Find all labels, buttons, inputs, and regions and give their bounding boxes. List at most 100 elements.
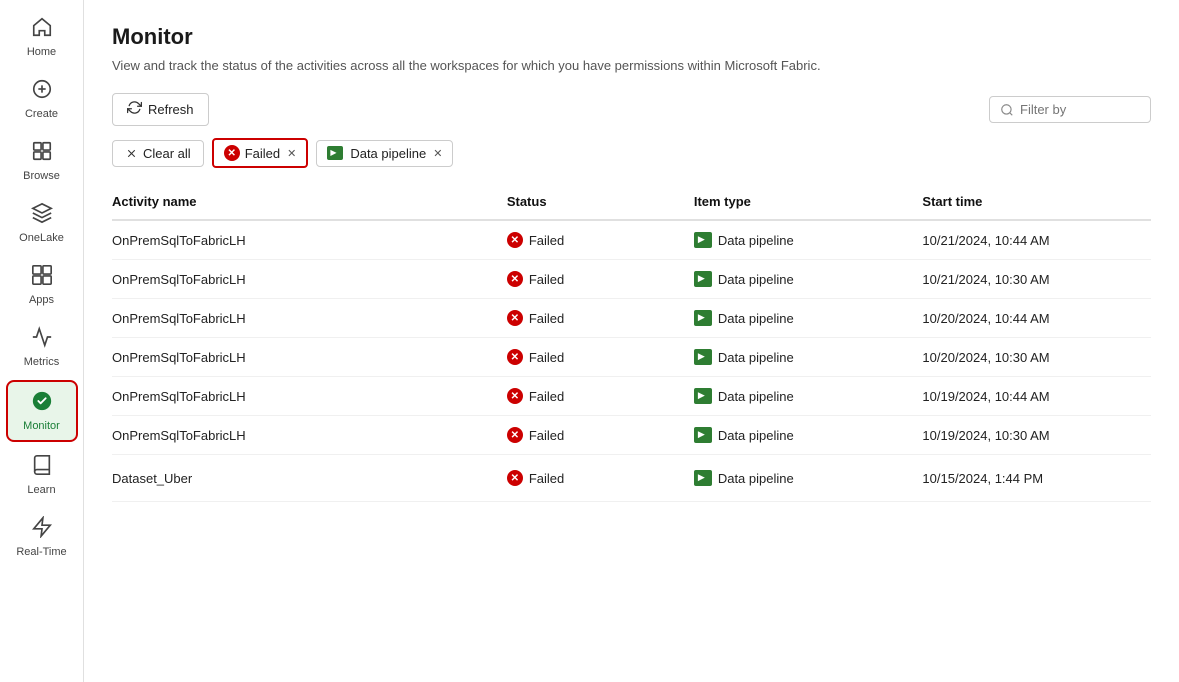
sidebar-item-learn[interactable]: Learn bbox=[6, 446, 78, 504]
clear-all-label: Clear all bbox=[143, 146, 191, 161]
pipeline-type-icon bbox=[694, 271, 712, 287]
sidebar-item-onelake[interactable]: OneLake bbox=[6, 194, 78, 252]
filter-chip-data-pipeline[interactable]: Data pipeline ✕ bbox=[316, 140, 453, 167]
cell-start-time: 10/20/2024, 10:30 AM bbox=[922, 338, 1151, 377]
cell-activity-name[interactable]: OnPremSqlToFabricLH bbox=[112, 338, 507, 377]
filter-input-wrap[interactable] bbox=[989, 96, 1151, 123]
filter-chip-failed[interactable]: ✕ Failed ✕ bbox=[212, 138, 309, 168]
toolbar-right bbox=[989, 96, 1151, 123]
metrics-icon bbox=[31, 326, 53, 352]
cell-activity-name[interactable]: OnPremSqlToFabricLH bbox=[112, 377, 507, 416]
toolbar: Refresh bbox=[112, 93, 1151, 126]
failed-chip-close[interactable]: ✕ bbox=[287, 147, 296, 160]
sidebar-item-home-label: Home bbox=[27, 46, 56, 58]
sidebar-item-onelake-label: OneLake bbox=[19, 232, 64, 244]
monitor-icon bbox=[31, 390, 53, 416]
cell-activity-name[interactable]: Dataset_Uber bbox=[112, 455, 507, 502]
onelake-icon bbox=[31, 202, 53, 228]
sidebar-item-browse[interactable]: Browse bbox=[6, 132, 78, 190]
activity-table: Activity name Status Item type Start tim… bbox=[112, 186, 1151, 502]
cell-item-type: Data pipeline bbox=[694, 260, 923, 299]
status-label: Failed bbox=[529, 428, 564, 443]
cell-item-type: Data pipeline bbox=[694, 416, 923, 455]
item-type-label: Data pipeline bbox=[718, 389, 794, 404]
pipeline-type-icon bbox=[694, 232, 712, 248]
rerun-button[interactable] bbox=[200, 466, 224, 490]
clear-all-button[interactable]: Clear all bbox=[112, 140, 204, 167]
sidebar-item-create[interactable]: Create bbox=[6, 70, 78, 128]
sidebar-item-home[interactable]: Home bbox=[6, 8, 78, 66]
cell-activity-name[interactable]: OnPremSqlToFabricLH bbox=[112, 299, 507, 338]
failed-chip-label: Failed bbox=[245, 146, 280, 161]
cell-status: ✕ Failed bbox=[507, 377, 694, 416]
sidebar-item-metrics[interactable]: Metrics bbox=[6, 318, 78, 376]
refresh-label: Refresh bbox=[148, 102, 194, 117]
pipeline-chip-icon bbox=[327, 146, 343, 160]
sidebar-item-monitor-label: Monitor bbox=[23, 420, 60, 432]
cell-start-time: 10/15/2024, 1:44 PM bbox=[922, 455, 1151, 502]
status-failed-icon: ✕ bbox=[507, 232, 523, 248]
filter-input[interactable] bbox=[1020, 102, 1140, 117]
status-label: Failed bbox=[529, 272, 564, 287]
sidebar-item-browse-label: Browse bbox=[23, 170, 60, 182]
cell-start-time: 10/19/2024, 10:30 AM bbox=[922, 416, 1151, 455]
cell-start-time: 10/21/2024, 10:30 AM bbox=[922, 260, 1151, 299]
pipeline-type-icon bbox=[694, 427, 712, 443]
item-type-label: Data pipeline bbox=[718, 233, 794, 248]
browse-icon bbox=[31, 140, 53, 166]
status-failed-icon: ✕ bbox=[507, 310, 523, 326]
refresh-button[interactable]: Refresh bbox=[112, 93, 209, 126]
sidebar-item-monitor[interactable]: Monitor bbox=[6, 380, 78, 442]
cell-status: ✕ Failed bbox=[507, 260, 694, 299]
page-title: Monitor bbox=[112, 24, 1151, 50]
status-failed-icon: ✕ bbox=[507, 388, 523, 404]
create-icon bbox=[31, 78, 53, 104]
more-button[interactable] bbox=[264, 466, 288, 490]
learn-icon bbox=[31, 454, 53, 480]
cell-item-type: Data pipeline bbox=[694, 299, 923, 338]
filter-bar: Clear all ✕ Failed ✕ Data pipeline ✕ bbox=[112, 138, 1151, 168]
cell-activity-name[interactable]: OnPremSqlToFabricLH bbox=[112, 416, 507, 455]
refresh-icon bbox=[127, 100, 142, 119]
table-row: OnPremSqlToFabricLH ✕ Failed Data pipeli… bbox=[112, 377, 1151, 416]
page-subtitle: View and track the status of the activit… bbox=[112, 58, 1151, 73]
status-failed-icon: ✕ bbox=[507, 271, 523, 287]
col-header-activity-name: Activity name bbox=[112, 186, 507, 220]
cell-item-type: Data pipeline bbox=[694, 455, 923, 502]
cell-start-time: 10/20/2024, 10:44 AM bbox=[922, 299, 1151, 338]
search-icon bbox=[1000, 103, 1014, 117]
pipeline-type-icon bbox=[694, 388, 712, 404]
apps-icon bbox=[31, 264, 53, 290]
info-button[interactable] bbox=[232, 466, 256, 490]
sidebar-item-apps[interactable]: Apps bbox=[6, 256, 78, 314]
sidebar-item-apps-label: Apps bbox=[29, 294, 54, 306]
cell-item-type: Data pipeline bbox=[694, 220, 923, 260]
item-type-label: Data pipeline bbox=[718, 272, 794, 287]
sidebar-item-learn-label: Learn bbox=[27, 484, 55, 496]
table-row: OnPremSqlToFabricLH ✕ Failed Data pipeli… bbox=[112, 299, 1151, 338]
sidebar-item-realtime[interactable]: Real-Time bbox=[6, 508, 78, 566]
table-row: OnPremSqlToFabricLH ✕ Failed Data pipeli… bbox=[112, 416, 1151, 455]
col-header-item-type: Item type bbox=[694, 186, 923, 220]
cell-item-type: Data pipeline bbox=[694, 338, 923, 377]
status-failed-icon: ✕ bbox=[507, 427, 523, 443]
clear-icon bbox=[125, 147, 138, 160]
cell-activity-name[interactable]: OnPremSqlToFabricLH bbox=[112, 260, 507, 299]
status-label: Failed bbox=[529, 233, 564, 248]
cell-status: ✕ Failed bbox=[507, 220, 694, 260]
pipeline-type-icon bbox=[694, 310, 712, 326]
cell-start-time: 10/21/2024, 10:44 AM bbox=[922, 220, 1151, 260]
col-header-status: Status bbox=[507, 186, 694, 220]
main-content: Monitor View and track the status of the… bbox=[84, 0, 1179, 682]
home-icon bbox=[31, 16, 53, 42]
item-type-label: Data pipeline bbox=[718, 350, 794, 365]
cell-status: ✕ Failed bbox=[507, 455, 694, 502]
sidebar-item-realtime-label: Real-Time bbox=[16, 546, 66, 558]
item-type-label: Data pipeline bbox=[718, 471, 794, 486]
table-row: OnPremSqlToFabricLH ✕ Failed Data pipeli… bbox=[112, 220, 1151, 260]
failed-chip-icon: ✕ bbox=[224, 145, 240, 161]
status-label: Failed bbox=[529, 311, 564, 326]
cell-activity-name[interactable]: OnPremSqlToFabricLH bbox=[112, 220, 507, 260]
cell-status: ✕ Failed bbox=[507, 338, 694, 377]
pipeline-chip-close[interactable]: ✕ bbox=[433, 147, 442, 160]
